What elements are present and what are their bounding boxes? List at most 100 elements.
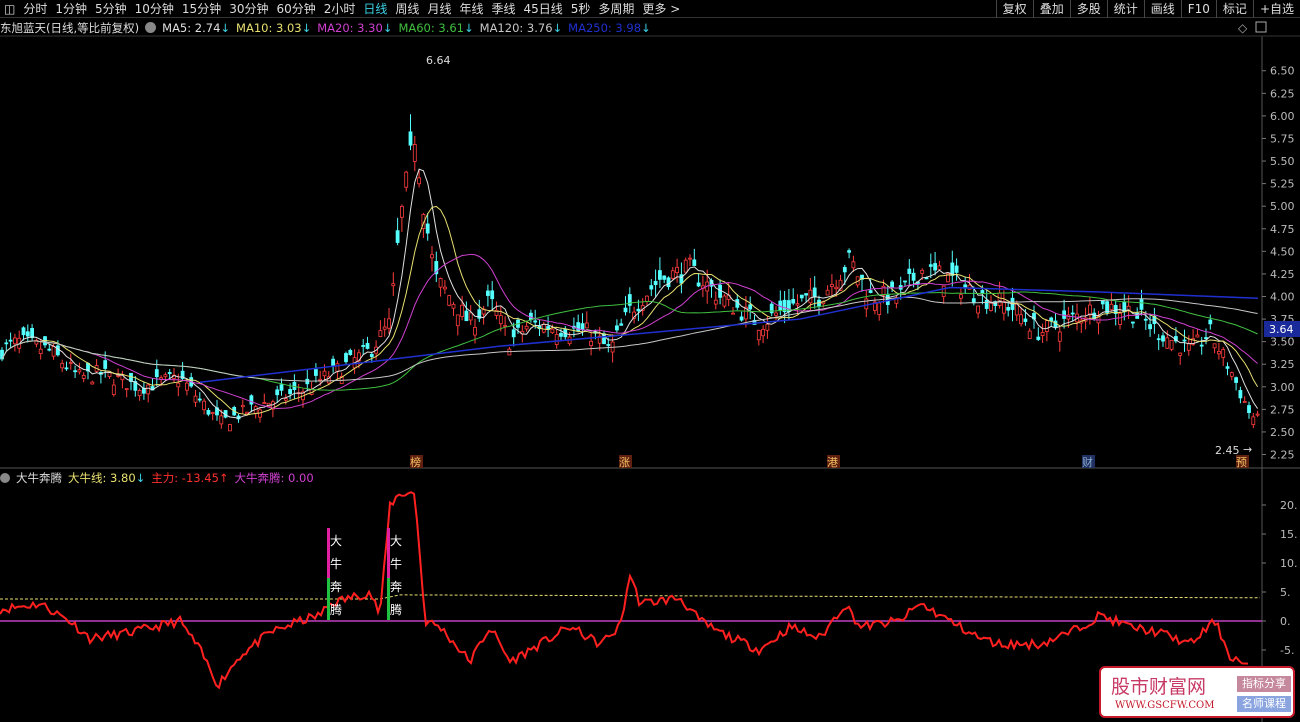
indicator-axis-label: 20. [1280,499,1298,512]
candle [305,378,310,385]
candle [111,384,116,395]
candle [1238,390,1243,399]
candle [391,283,396,287]
watermark-url: WWW.GSCFW.COM [1115,700,1215,711]
indicator-axis-label: 5. [1280,586,1291,599]
price-axis-label: 5.50 [1270,155,1295,168]
candle [73,370,77,373]
candle [1023,318,1028,322]
price-axis-label: 5.25 [1270,178,1295,191]
candle [756,329,761,341]
candle [1208,319,1213,325]
candle [468,312,473,321]
candle [963,284,968,288]
candle [460,304,465,317]
price-axis-label: 4.25 [1270,268,1295,281]
candle [885,293,890,305]
candle [473,327,477,336]
candle [959,294,963,299]
candle [683,259,688,273]
candle [1131,321,1135,324]
candle [511,329,516,338]
indicator-axis-label: 0. [1280,615,1291,628]
candle [206,410,211,415]
candle [928,264,933,267]
candle [989,302,993,311]
candle [404,171,409,188]
candle [167,372,172,375]
price-axis-label: 6.25 [1270,87,1295,100]
price-axis-label: 2.75 [1270,403,1295,416]
watermark: 股市财富网 WWW.GSCFW.COM 指标分享 名师课程 [1099,666,1295,718]
candle [864,298,869,310]
watermark-tag: 指标分享 [1237,676,1291,692]
candle [1221,349,1226,358]
signal-label: 牛 [330,556,342,571]
candle [275,389,280,396]
candle [262,402,267,404]
candle [851,261,856,269]
candle [8,339,13,342]
candle [804,293,808,296]
candle [842,267,847,273]
signal-label: 大 [330,534,342,548]
candle [748,304,753,310]
candle [1057,331,1062,342]
candle [21,327,26,336]
event-marker-label: 预 [1236,456,1247,469]
chart-canvas[interactable]: ◇ 6.50 6.25 6.00 5.75 5.50 5.25 5.00 4.75 4.50 4.2… [0,0,1300,722]
candle [1165,337,1170,349]
candle [1040,332,1045,336]
candle [430,254,434,259]
candle [774,312,778,316]
candle [1204,337,1208,340]
candle [645,295,649,302]
candle [503,325,508,327]
diamond-icon[interactable]: ◇ [1238,21,1248,35]
panel-icon[interactable] [1255,21,1267,33]
candle [584,322,589,329]
candle [533,320,538,323]
candle [933,263,937,271]
main-force-line [0,491,1249,690]
candle [1014,303,1019,316]
event-marker-label: 财 [1082,455,1093,469]
candle [56,345,60,356]
price-axis-label: 2.25 [1270,449,1295,462]
candle [825,289,830,296]
candle [176,382,181,388]
indicator-axis-label: 10. [1280,557,1298,570]
candle [322,370,327,377]
price-axis-label: 6.50 [1270,65,1295,78]
candle [25,331,30,337]
candle [524,325,529,330]
candle [688,257,692,260]
candle [924,277,929,280]
candle [997,292,1002,306]
candle [103,360,108,369]
candle [64,367,69,370]
candle [1036,336,1041,340]
candle [451,303,456,309]
candle [696,282,701,287]
candle [146,384,151,395]
candle [559,332,563,337]
candle [1027,330,1032,339]
candle [1199,344,1204,347]
candle [12,337,17,345]
candle [692,259,697,266]
candle [976,305,980,314]
candle [163,374,168,378]
candle [412,144,417,162]
candle [670,270,675,279]
signal-label: 大 [390,534,402,548]
candle [576,322,581,332]
candle [4,342,9,345]
candle [382,326,387,330]
candle [903,280,907,283]
candle [60,362,65,369]
candle [662,275,667,280]
candle [1178,352,1183,356]
candle [589,340,593,346]
candle [1045,320,1049,332]
